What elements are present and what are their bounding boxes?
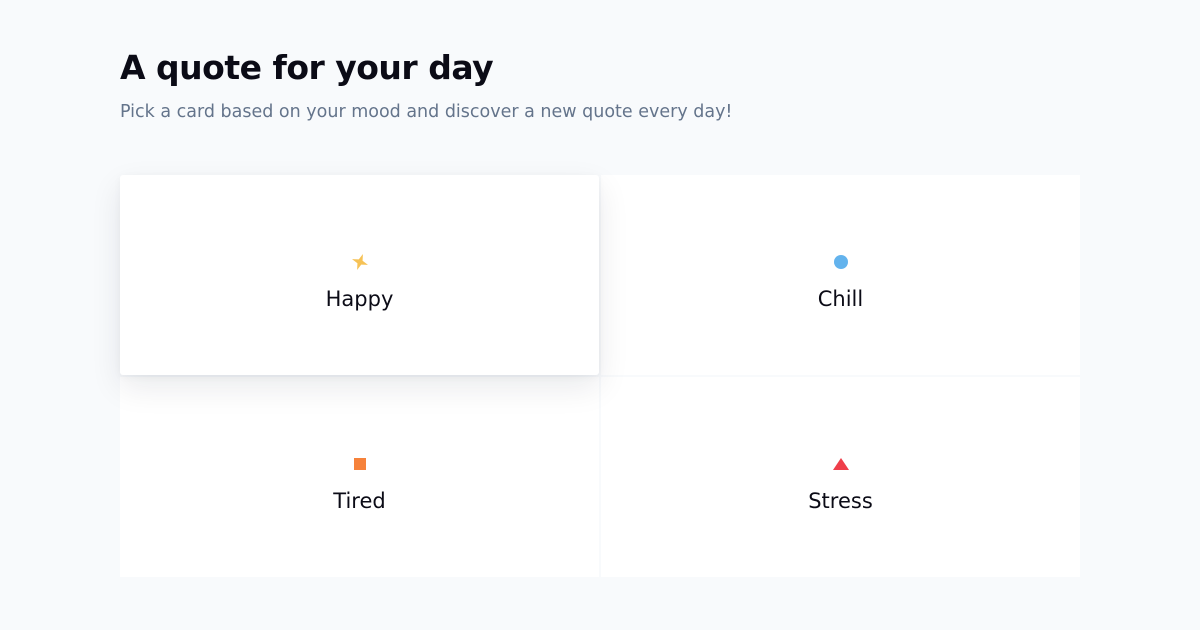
circle-icon xyxy=(831,252,851,272)
mood-card-happy[interactable]: Happy xyxy=(120,175,599,375)
mood-label-tired: Tired xyxy=(333,489,386,513)
mood-card-grid: Happy Chill Tired Stress xyxy=(120,175,1080,577)
mood-label-happy: Happy xyxy=(325,287,394,311)
sparkle-icon xyxy=(350,252,370,272)
mood-card-stress[interactable]: Stress xyxy=(601,377,1080,577)
square-icon xyxy=(350,454,370,474)
page-subtitle: Pick a card based on your mood and disco… xyxy=(120,102,733,122)
page-title: A quote for your day xyxy=(120,48,494,87)
mood-label-stress: Stress xyxy=(808,489,873,513)
mood-label-chill: Chill xyxy=(817,287,864,311)
triangle-icon xyxy=(831,454,851,474)
page: A quote for your day Pick a card based o… xyxy=(0,0,1200,630)
mood-card-tired[interactable]: Tired xyxy=(120,377,599,577)
mood-card-chill[interactable]: Chill xyxy=(601,175,1080,375)
